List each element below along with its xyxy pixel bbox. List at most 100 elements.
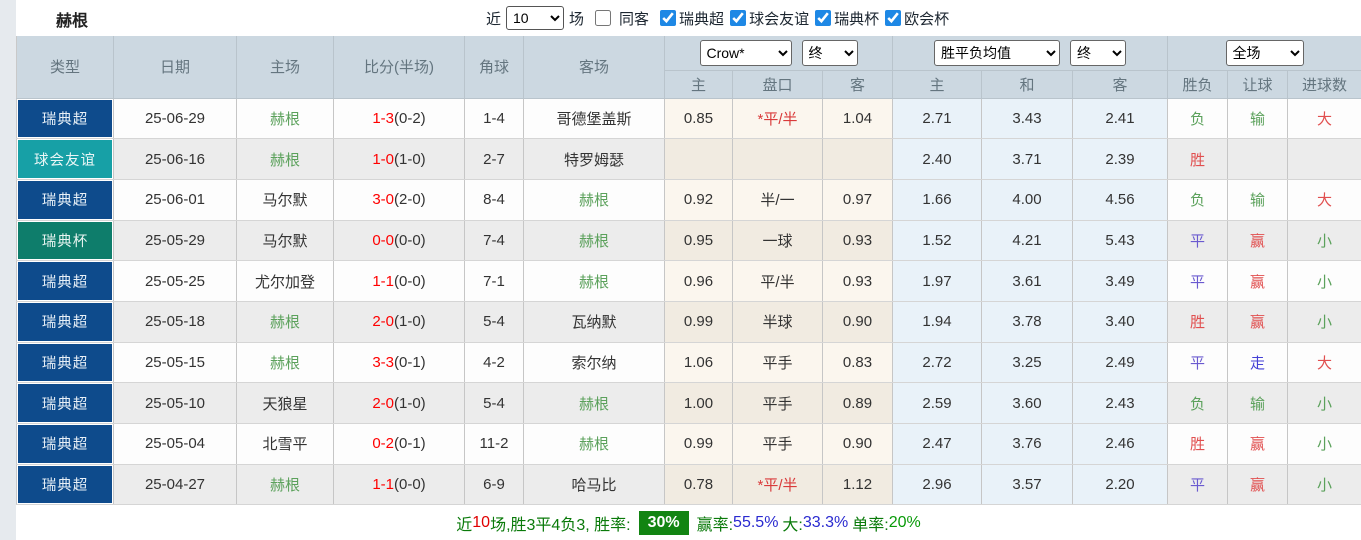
cell-corners: 7-4 [464,220,524,262]
header-avg-away: 客 [1072,70,1169,99]
score-fulltime: 1-1 [372,272,394,290]
cell-goals-result [1287,138,1361,180]
cell-avg-home-odds: 2.47 [892,423,982,465]
cell-handicap-result: 赢 [1227,260,1289,302]
filter-checkbox-swedish-cup[interactable] [815,10,832,26]
header-goals: 进球数 [1287,70,1361,99]
table-row: 瑞典超 25-05-18 赫根 2-0(1-0) 5-4 瓦纳默 0.99 半球… [16,301,1361,343]
cell-handicap-home-odds: 0.99 [664,301,733,343]
cell-competition: 瑞典超 [16,301,114,343]
recent-label: 近 [486,10,502,28]
cell-handicap-away-odds: 1.12 [822,464,893,506]
cell-goals-result: 小 [1287,464,1361,506]
summary-bar: 近 10 场,胜3平4负3, 胜率: 30% 赢率: 55.5% 大: 33.3% 单率: 20% [16,505,1361,540]
cell-handicap-result: 赢 [1227,301,1289,343]
cell-handicap-result: 输 [1227,98,1289,140]
cell-away-team: 赫根 [523,382,665,424]
cell-goals-result: 大 [1287,342,1361,384]
filter-checkbox-conference-league[interactable] [885,10,902,26]
big-rate-value: 33.3% [802,513,849,531]
score-fulltime: 2-0 [372,313,394,331]
result-group: 全场 [1167,36,1361,71]
score-fulltime: 3-0 [372,191,394,209]
avg-odds-select[interactable]: 胜平负均值 [934,39,1060,66]
table-row: 瑞典超 25-05-15 赫根 3-3(0-1) 4-2 索尔纳 1.06 平手… [16,342,1361,384]
cell-handicap-home-odds: 0.96 [664,260,733,302]
match-history-panel: 赫根 近 10 场 同客 瑞典超 球会友谊 瑞典杯 欧会杯 类型 日期 主场 比… [16,0,1361,540]
scope-select[interactable]: 全场 [1225,39,1304,66]
cell-corners: 1-4 [464,98,524,140]
cell-handicap-home-odds [664,138,733,180]
score-fulltime: 1-0 [372,150,394,168]
score-halftime: (0-0) [394,272,426,290]
cell-corners: 5-4 [464,301,524,343]
score-halftime: (0-2) [394,109,426,127]
cell-date: 25-04-27 [113,464,237,506]
cell-score: 1-3(0-2) [333,98,465,140]
cell-avg-home-odds: 2.72 [892,342,982,384]
table-row: 瑞典杯 25-05-29 马尔默 0-0(0-0) 7-4 赫根 0.95 一球… [16,220,1361,262]
cell-date: 25-05-15 [113,342,237,384]
cell-avg-home-odds: 1.97 [892,260,982,302]
cell-date: 25-06-29 [113,98,237,140]
cell-handicap-line: 平手 [732,342,823,384]
cell-result: 平 [1167,342,1229,384]
cell-avg-home-odds: 1.66 [892,179,982,221]
cover-rate-value: 55.5% [733,513,779,531]
cell-away-team: 索尔纳 [523,342,665,384]
cell-handicap-home-odds: 0.85 [664,98,733,140]
cell-date: 25-05-29 [113,220,237,262]
score-halftime: (0-0) [394,231,426,249]
cell-handicap-result: 输 [1227,179,1289,221]
header-date: 日期 [113,36,237,99]
score-halftime: (1-0) [394,150,426,168]
same-venue-checkbox[interactable] [595,10,612,26]
competition-badge: 瑞典超 [18,343,112,382]
handicap-stage-select[interactable]: 终 [801,39,858,66]
cell-corners: 8-4 [464,179,524,221]
cell-handicap-away-odds: 1.04 [822,98,893,140]
cell-score: 1-1(0-0) [333,260,465,302]
filter-checkbox-club-friendly[interactable] [730,10,747,26]
handicap-odds-group: Crow* 终 [664,36,893,71]
cell-handicap-home-odds: 1.00 [664,382,733,424]
cell-corners: 6-9 [464,464,524,506]
cell-handicap-line: *平/半 [732,98,823,140]
cell-avg-away-odds: 2.41 [1072,98,1169,140]
cell-competition: 瑞典超 [16,260,114,302]
cell-date: 25-05-25 [113,260,237,302]
cell-home-team: 赫根 [236,464,334,506]
cell-avg-draw-odds: 3.60 [981,382,1073,424]
header-crow-away: 客 [822,70,893,99]
cell-result: 胜 [1167,301,1229,343]
cell-date: 25-05-04 [113,423,237,465]
header-avg-home: 主 [892,70,982,99]
filter-checkbox-swedish-allsvenskan[interactable] [660,10,677,26]
cell-away-team: 哥德堡盖斯 [523,98,665,140]
table-row: 瑞典超 25-06-29 赫根 1-3(0-2) 1-4 哥德堡盖斯 0.85 … [16,98,1361,140]
cell-home-team: 赫根 [236,301,334,343]
cell-result: 平 [1167,260,1229,302]
cell-corners: 5-4 [464,382,524,424]
cell-avg-home-odds: 2.40 [892,138,982,180]
competition-badge: 瑞典超 [18,262,112,300]
score-fulltime: 2-0 [372,394,394,412]
score-halftime: (0-1) [394,435,426,453]
cell-handicap-away-odds: 0.93 [822,260,893,302]
header-score: 比分(半场) [333,36,465,99]
filter-label-swedish-cup: 瑞典杯 [834,10,880,28]
cell-goals-result: 小 [1287,423,1361,465]
odds-provider-select[interactable]: Crow* [699,39,792,66]
cell-competition: 瑞典超 [16,342,114,384]
avg-stage-select[interactable]: 终 [1070,39,1126,66]
cell-goals-result: 大 [1287,179,1361,221]
cover-rate-label: 赢率: [696,516,734,534]
score-fulltime: 0-2 [372,435,394,453]
cell-score: 2-0(1-0) [333,382,465,424]
competition-badge: 瑞典超 [18,425,112,463]
competition-badge: 瑞典超 [18,465,112,504]
cell-date: 25-06-16 [113,138,237,180]
recent-count-select[interactable]: 10 [506,6,565,30]
cell-date: 25-06-01 [113,179,237,221]
cell-handicap-home-odds: 0.92 [664,179,733,221]
